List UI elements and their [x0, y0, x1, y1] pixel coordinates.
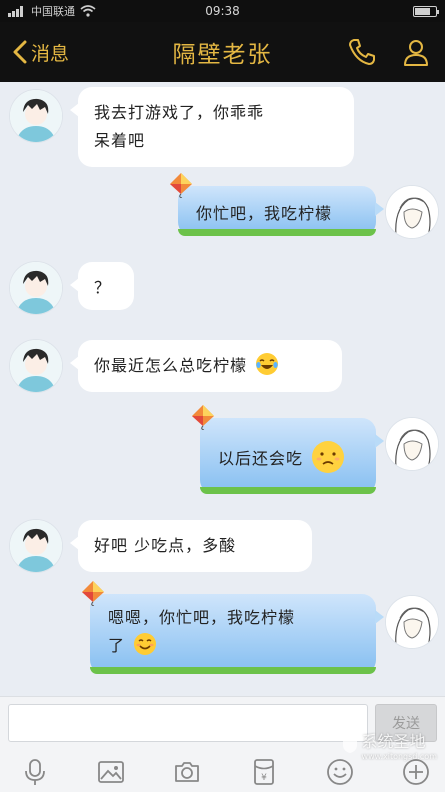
image-icon: [98, 761, 125, 783]
phone-icon[interactable]: [347, 37, 377, 67]
girl-avatar-icon: [386, 186, 438, 238]
boy-avatar-icon: [10, 520, 62, 572]
profile-icon[interactable]: [401, 37, 431, 67]
chevron-left-icon: [13, 40, 27, 64]
contact-avatar[interactable]: [10, 262, 62, 314]
contact-avatar[interactable]: [10, 90, 62, 142]
back-button[interactable]: 消息: [0, 39, 69, 66]
send-button[interactable]: 发送: [375, 704, 437, 742]
kite-icon: [82, 581, 104, 606]
message-bubble[interactable]: 我去打游戏了，你乖乖 呆着吧: [70, 87, 354, 167]
red-packet-icon: ¥: [253, 759, 274, 785]
my-avatar[interactable]: [386, 596, 438, 648]
message-text: 我去打游戏了，你乖乖: [94, 103, 265, 122]
message-text: 嗯嗯，你忙吧，我吃柠檬: [108, 608, 296, 627]
voice-button[interactable]: [18, 756, 52, 788]
message-bubble[interactable]: 嗯嗯，你忙吧，我吃柠檬 了: [82, 581, 384, 674]
emoji-button[interactable]: [323, 756, 357, 788]
chat-messages[interactable]: 我去打游戏了，你乖乖 呆着吧 你忙吧，我吃柠檬 ？ 你最近怎么总吃柠檬 以后还会…: [0, 82, 445, 696]
smile-emoji: [134, 633, 157, 655]
status-time: 09:38: [205, 4, 240, 18]
status-bar: 中国联通 09:38: [0, 0, 445, 22]
kite-icon: [192, 405, 214, 430]
microphone-icon: [25, 759, 45, 785]
girl-avatar-icon: [386, 418, 438, 470]
message-input[interactable]: [8, 704, 368, 742]
more-button[interactable]: [399, 756, 433, 788]
chat-header: 消息 隔壁老张: [0, 22, 445, 82]
camera-button[interactable]: [170, 756, 204, 788]
message-bubble[interactable]: 你忙吧，我吃柠檬: [170, 173, 384, 236]
message-bubble[interactable]: 以后还会吃: [192, 405, 384, 494]
girl-avatar-icon: [386, 596, 438, 648]
svg-text:¥: ¥: [261, 773, 267, 783]
message-bubble[interactable]: ？: [70, 262, 134, 310]
my-avatar[interactable]: [386, 418, 438, 470]
message-text: 了: [108, 636, 126, 655]
camera-icon: [175, 762, 200, 782]
boy-avatar-icon: [10, 262, 62, 314]
message-bubble[interactable]: 你最近怎么总吃柠檬: [70, 340, 342, 392]
message-text: 你最近怎么总吃柠檬: [94, 356, 248, 375]
back-label: 消息: [31, 42, 70, 65]
my-avatar[interactable]: [386, 186, 438, 238]
plus-icon: [403, 759, 429, 785]
grass-decoration: [90, 667, 376, 674]
message-text: 你忙吧，我吃柠檬: [196, 204, 333, 223]
battery-level: [415, 7, 430, 15]
contact-avatar[interactable]: [10, 520, 62, 572]
laughing-tears-emoji: [256, 353, 279, 375]
message-text: 呆着吧: [94, 131, 146, 150]
message-text: ？: [94, 278, 112, 297]
input-toolbar: ¥: [0, 754, 445, 790]
input-area: 发送 ¥: [0, 696, 445, 792]
image-button[interactable]: [94, 756, 128, 788]
boy-avatar-icon: [10, 90, 62, 142]
grass-decoration: [178, 229, 376, 236]
red-packet-button[interactable]: ¥: [247, 756, 281, 788]
emoji-icon: [326, 759, 353, 785]
sad-face-emoji: [312, 441, 345, 473]
message-bubble[interactable]: 好吧 少吃点，多酸: [70, 520, 312, 572]
contact-avatar[interactable]: [10, 340, 62, 392]
boy-avatar-icon: [10, 340, 62, 392]
message-text: 以后还会吃: [218, 449, 304, 468]
message-text: 好吧 少吃点，多酸: [94, 536, 237, 555]
kite-icon: [170, 173, 192, 198]
battery-icon: [413, 5, 439, 17]
grass-decoration: [200, 487, 376, 494]
